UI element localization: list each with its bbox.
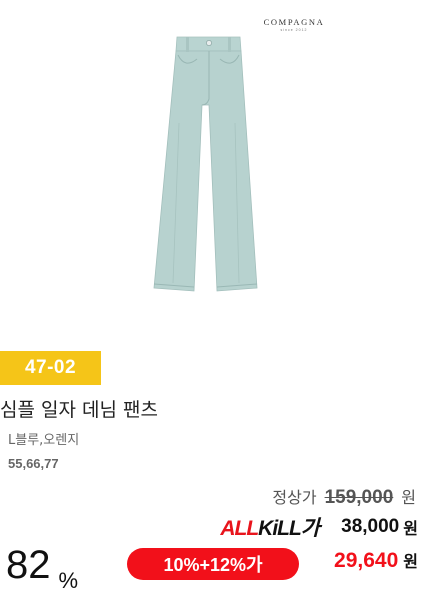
allkill-logo-red: ALL <box>220 517 259 540</box>
original-price-label: 정상가 <box>272 488 317 507</box>
product-title[interactable]: 심플 일자 데님 팬츠 <box>0 395 158 422</box>
product-image[interactable]: COMPAGNA since 2012 <box>0 0 430 340</box>
discount-percent-value: 82 <box>6 543 51 587</box>
allkill-price-row: ALLKiLL가 38,000 원 <box>220 512 418 542</box>
product-sizes: 55,66,77 <box>8 456 59 471</box>
product-card[interactable]: COMPAGNA since 2012 47-02 심플 일자 데님 팬츠 L블… <box>0 0 430 600</box>
final-price: 29,640 <box>334 549 399 572</box>
allkill-logo: ALLKiLL가 <box>220 512 320 542</box>
original-price-currency: 원 <box>401 488 416 507</box>
original-price-row: 정상가 159,000 원 <box>272 484 416 509</box>
allkill-price-currency: 원 <box>403 519 418 538</box>
allkill-price: 38,000 <box>341 516 400 537</box>
denim-pants-image <box>153 36 258 292</box>
product-colors: L블루,오렌지 <box>8 433 80 448</box>
final-price-row: 29,640 원 <box>334 548 418 573</box>
brand-name: COMPAGNA <box>263 17 325 27</box>
brand-logo: COMPAGNA since 2012 <box>252 17 336 32</box>
original-price: 159,000 <box>324 487 394 508</box>
final-price-currency: 원 <box>403 552 418 571</box>
brand-subtitle: since 2012 <box>280 28 308 32</box>
allkill-logo-black: KiLL가 <box>258 517 320 540</box>
discount-percent-symbol: % <box>58 568 79 593</box>
discount-percent: 82 % <box>6 543 78 593</box>
coupon-discount-badge: 10%+12%가 <box>127 548 299 580</box>
product-code-badge: 47-02 <box>0 351 101 385</box>
